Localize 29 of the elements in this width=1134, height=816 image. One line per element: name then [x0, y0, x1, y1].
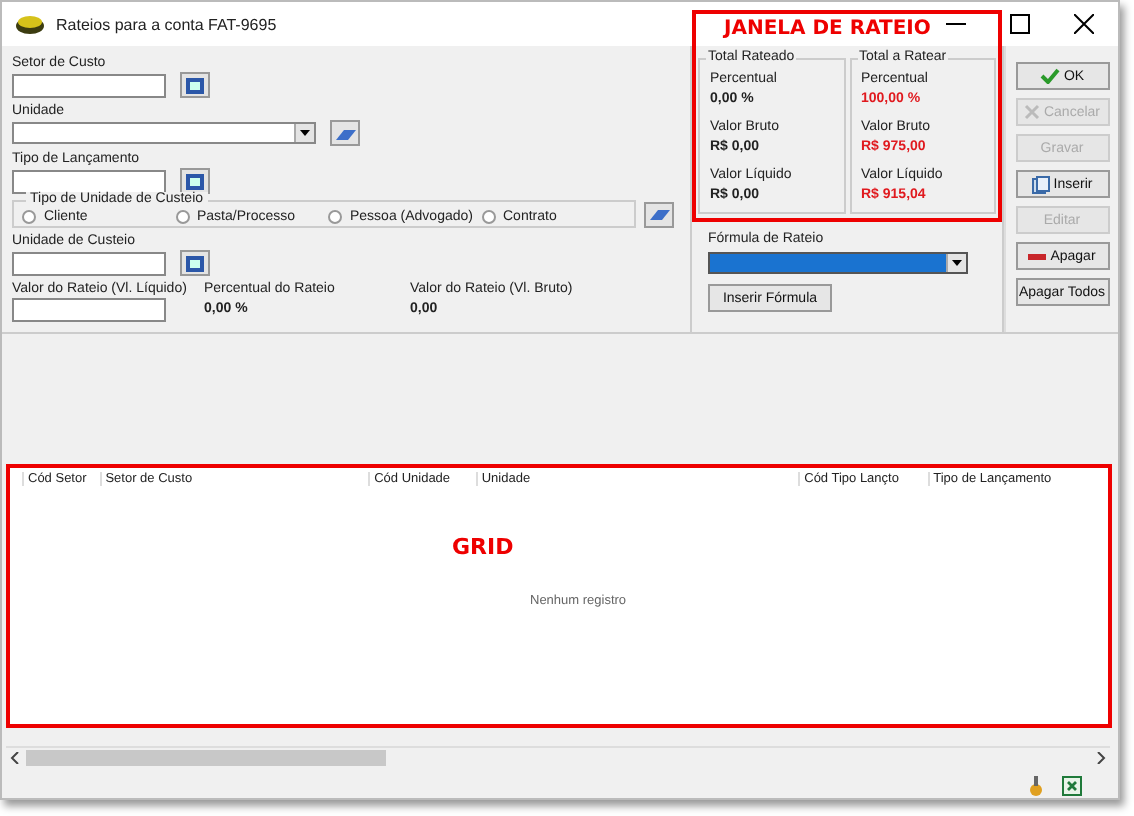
- lookup-button[interactable]: [180, 250, 210, 276]
- minus-icon: [1028, 253, 1047, 259]
- copy-icon: [1031, 175, 1050, 193]
- lookup-button[interactable]: [180, 168, 210, 194]
- app-icon: [14, 12, 46, 36]
- eraser-button[interactable]: [330, 120, 360, 146]
- maximize-icon[interactable]: [1010, 14, 1030, 34]
- caret-icon: [952, 260, 962, 266]
- close-icon[interactable]: [1074, 14, 1094, 34]
- scroll-right-icon[interactable]: [1094, 752, 1106, 764]
- lookup-button[interactable]: [180, 72, 210, 98]
- eraser-icon: [649, 208, 669, 220]
- input-field[interactable]: [12, 298, 166, 322]
- eraser-button[interactable]: [644, 201, 674, 227]
- cross-icon: [1023, 104, 1040, 120]
- print-icon[interactable]: [1026, 776, 1046, 796]
- checkmark-icon: [1039, 68, 1060, 84]
- caret-icon: [300, 130, 310, 136]
- input-field[interactable]: [12, 251, 166, 275]
- annotation-label: GRID: [452, 534, 514, 560]
- input-field[interactable]: [12, 73, 166, 97]
- excel-icon[interactable]: [1062, 776, 1082, 796]
- eraser-icon: [335, 127, 355, 139]
- scroll-left-icon[interactable]: [10, 752, 22, 764]
- dropdown-field[interactable]: [12, 122, 316, 144]
- window-title: Rateios para a conta FAT-9695: [56, 15, 277, 33]
- annotation-label: JANELA DE RATEIO: [724, 18, 931, 40]
- input-field[interactable]: [12, 169, 166, 193]
- dropdown-field[interactable]: [708, 252, 968, 274]
